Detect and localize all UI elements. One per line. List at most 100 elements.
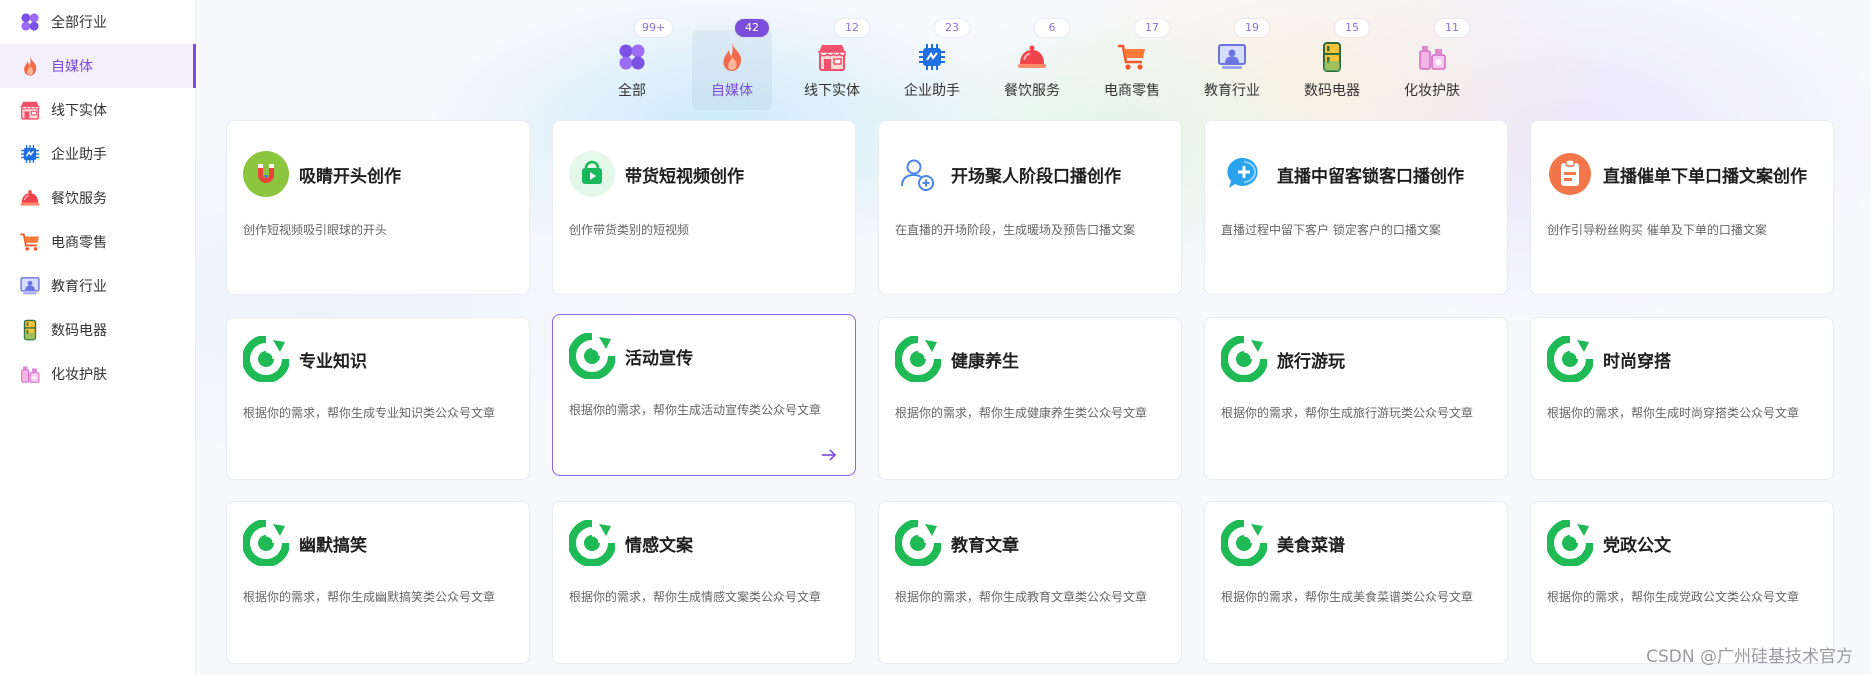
card-title: 开场聚人阶段口播创作 bbox=[951, 166, 1121, 187]
card-description: 创作带货类别的短视频 bbox=[569, 223, 690, 237]
card-description: 根据你的需求，帮你生成专业知识类公众号文章 bbox=[243, 406, 496, 420]
sidebar-item-label: 自媒体 bbox=[51, 59, 93, 75]
count-badge: 11 bbox=[1435, 19, 1469, 37]
grid-clover-icon bbox=[616, 41, 648, 73]
count-badge: 17 bbox=[1135, 19, 1169, 37]
sidebar-item-enterprise-assistant[interactable]: 企业助手 bbox=[0, 132, 195, 176]
tool-card-opening-gather[interactable]: 开场聚人阶段口播创作 在直播的开场阶段，生成暖场及预告口播文案 bbox=[878, 120, 1182, 295]
card-title: 教育文章 bbox=[951, 535, 1019, 556]
arrow-right-icon[interactable] bbox=[819, 445, 839, 465]
tab-label: 餐饮服务 bbox=[1004, 83, 1060, 99]
card-description: 根据你的需求，帮你生成情感文案类公众号文章 bbox=[569, 590, 822, 604]
card-description: 根据你的需求，帮你生成时尚穿搭类公众号文章 bbox=[1547, 406, 1800, 420]
tool-card-retain-customers[interactable]: 直播中留客锁客口播创作 直播过程中留下客户 锁定客户的口播文案 bbox=[1204, 120, 1508, 295]
sidebar-item-ecommerce[interactable]: 电商零售 bbox=[0, 220, 195, 264]
wechat-official-icon bbox=[1221, 336, 1267, 382]
tab-ecommerce[interactable]: 17 电商零售 bbox=[1092, 19, 1172, 110]
count-badge: 15 bbox=[1335, 19, 1369, 37]
tool-card-professional-knowledge[interactable]: 专业知识 根据你的需求，帮你生成专业知识类公众号文章 bbox=[226, 317, 530, 480]
card-description: 创作短视频吸引眼球的开头 bbox=[243, 223, 388, 237]
chat-plus-icon bbox=[1221, 151, 1267, 197]
tool-card-health[interactable]: 健康养生 根据你的需求，帮你生成健康养生类公众号文章 bbox=[878, 317, 1182, 480]
count-badge: 99+ bbox=[635, 19, 673, 37]
card-description: 根据你的需求，帮你生成幽默搞笑类公众号文章 bbox=[243, 590, 496, 604]
tab-label: 电商零售 bbox=[1104, 83, 1160, 99]
count-badge: 6 bbox=[1035, 19, 1069, 37]
category-tab-bar: 99+ 全部 42 自媒体 12 线下实体 23 企业助手 6 餐饮服务 17 … bbox=[196, 0, 1871, 140]
card-title: 专业知识 bbox=[299, 351, 367, 372]
tab-all[interactable]: 99+ 全部 bbox=[592, 19, 673, 110]
card-title: 党政公文 bbox=[1603, 535, 1671, 556]
storefront-icon bbox=[19, 99, 41, 121]
tab-enterprise-assistant[interactable]: 23 企业助手 bbox=[892, 19, 972, 110]
watermark-text: CSDN @广州硅基技术官方 bbox=[1646, 647, 1853, 667]
sidebar-item-label: 数码电器 bbox=[51, 323, 107, 339]
sidebar-item-label: 电商零售 bbox=[51, 235, 107, 251]
teacher-board-icon bbox=[1216, 41, 1248, 73]
tool-card-travel[interactable]: 旅行游玩 根据你的需求，帮你生成旅行游玩类公众号文章 bbox=[1204, 317, 1508, 480]
card-description: 根据你的需求，帮你生成活动宣传类公众号文章 bbox=[569, 403, 822, 417]
clipboard-icon bbox=[1547, 151, 1593, 197]
appliance-icon bbox=[1316, 41, 1348, 73]
sidebar-item-offline-store[interactable]: 线下实体 bbox=[0, 88, 195, 132]
wechat-official-icon bbox=[1547, 336, 1593, 382]
tool-card-fashion[interactable]: 时尚穿搭 根据你的需求，帮你生成时尚穿搭类公众号文章 bbox=[1530, 317, 1834, 480]
sidebar-item-education[interactable]: 教育行业 bbox=[0, 264, 195, 308]
tool-card-attention-opening[interactable]: 吸睛开头创作 创作短视频吸引眼球的开头 bbox=[226, 120, 530, 295]
count-badge: 12 bbox=[835, 19, 869, 37]
tab-offline-store[interactable]: 12 线下实体 bbox=[792, 19, 872, 110]
teacher-board-icon bbox=[19, 275, 41, 297]
tab-catering[interactable]: 6 餐饮服务 bbox=[992, 19, 1072, 110]
card-title: 美食菜谱 bbox=[1277, 535, 1345, 556]
wechat-official-icon bbox=[569, 333, 615, 379]
card-description: 根据你的需求，帮你生成美食菜谱类公众号文章 bbox=[1221, 590, 1474, 604]
tool-card-education-article[interactable]: 教育文章 根据你的需求，帮你生成教育文章类公众号文章 bbox=[878, 501, 1182, 664]
count-badge: 42 bbox=[735, 19, 769, 37]
tab-cosmetics[interactable]: 11 化妆护肤 bbox=[1392, 19, 1472, 110]
card-description: 根据你的需求，帮你生成教育文章类公众号文章 bbox=[895, 590, 1148, 604]
chip-icon bbox=[916, 41, 948, 73]
main-content: 99+ 全部 42 自媒体 12 线下实体 23 企业助手 6 餐饮服务 17 … bbox=[196, 0, 1871, 675]
sidebar-item-digital-appliances[interactable]: 数码电器 bbox=[0, 308, 195, 352]
wechat-official-icon bbox=[1547, 520, 1593, 566]
sidebar-item-self-media[interactable]: 自媒体 bbox=[0, 44, 196, 88]
user-add-icon bbox=[895, 151, 941, 197]
card-title: 幽默搞笑 bbox=[299, 535, 367, 556]
tab-self-media[interactable]: 42 自媒体 bbox=[692, 19, 772, 110]
appliance-icon bbox=[19, 319, 41, 341]
tool-card-selling-video[interactable]: 带货短视频创作 创作带货类别的短视频 bbox=[552, 120, 856, 295]
card-title: 活动宣传 bbox=[625, 348, 693, 369]
sidebar-item-all-industries[interactable]: 全部行业 bbox=[0, 0, 195, 44]
tab-label: 全部 bbox=[618, 83, 646, 99]
wechat-official-icon bbox=[895, 336, 941, 382]
wechat-official-icon bbox=[243, 520, 289, 566]
sidebar-item-catering[interactable]: 餐饮服务 bbox=[0, 176, 195, 220]
sidebar: 全部行业 自媒体 线下实体 企业助手 餐饮服务 电商零售 教育行业 数码电器 化… bbox=[0, 0, 196, 675]
tab-label: 教育行业 bbox=[1204, 83, 1260, 99]
tool-card-party-document[interactable]: 党政公文 根据你的需求，帮你生成党政公文类公众号文章 bbox=[1530, 501, 1834, 664]
tab-label: 自媒体 bbox=[711, 83, 753, 99]
card-description: 在直播的开场阶段，生成暖场及预告口播文案 bbox=[895, 223, 1136, 237]
sidebar-item-label: 全部行业 bbox=[51, 15, 107, 31]
fire-icon bbox=[716, 41, 748, 73]
shopping-cart-icon bbox=[19, 231, 41, 253]
tool-card-event-promotion[interactable]: 活动宣传 根据你的需求，帮你生成活动宣传类公众号文章 bbox=[552, 314, 856, 476]
card-description: 创作引导粉丝购买 催单及下单的口播文案 bbox=[1547, 223, 1767, 237]
card-title: 情感文案 bbox=[625, 535, 693, 556]
wechat-official-icon bbox=[895, 520, 941, 566]
shopping-cart-icon bbox=[1116, 41, 1148, 73]
tool-card-emotional[interactable]: 情感文案 根据你的需求，帮你生成情感文案类公众号文章 bbox=[552, 501, 856, 664]
fire-icon bbox=[19, 55, 41, 77]
sidebar-item-label: 企业助手 bbox=[51, 147, 107, 163]
magnet-icon bbox=[243, 151, 289, 197]
card-description: 直播过程中留下客户 锁定客户的口播文案 bbox=[1221, 223, 1441, 237]
sidebar-item-cosmetics[interactable]: 化妆护肤 bbox=[0, 352, 195, 396]
tool-card-urge-order[interactable]: 直播催单下单口播文案创作 创作引导粉丝购买 催单及下单的口播文案 bbox=[1530, 120, 1834, 295]
sidebar-item-label: 教育行业 bbox=[51, 279, 107, 295]
tab-education[interactable]: 19 教育行业 bbox=[1192, 19, 1272, 110]
wechat-official-icon bbox=[569, 520, 615, 566]
sidebar-item-label: 餐饮服务 bbox=[51, 191, 107, 207]
tab-digital-appliances[interactable]: 15 数码电器 bbox=[1292, 19, 1372, 110]
tool-card-humor[interactable]: 幽默搞笑 根据你的需求，帮你生成幽默搞笑类公众号文章 bbox=[226, 501, 530, 664]
tool-card-food-recipe[interactable]: 美食菜谱 根据你的需求，帮你生成美食菜谱类公众号文章 bbox=[1204, 501, 1508, 664]
